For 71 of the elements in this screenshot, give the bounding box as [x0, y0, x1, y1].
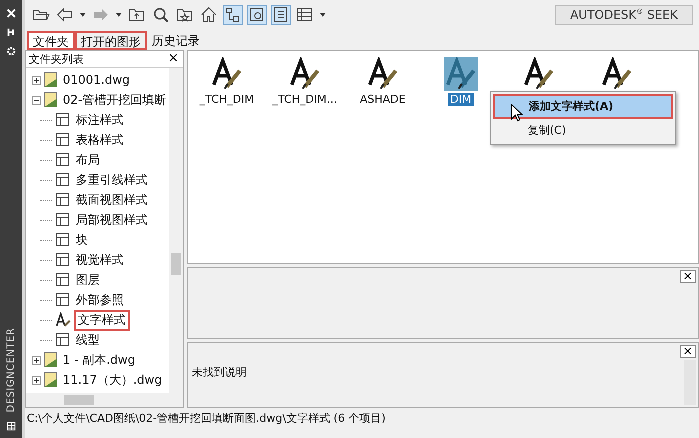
tree-item[interactable]: 块	[74, 232, 90, 248]
style-icon	[55, 172, 71, 188]
item-label[interactable]: _TCH_DIM	[198, 93, 256, 106]
item-label[interactable]: DIM	[448, 93, 474, 106]
tree-item[interactable]: 外部参照	[74, 292, 126, 308]
tree-item[interactable]: 1 - 副本.dwg	[61, 352, 138, 368]
tree-item[interactable]: 表格样式	[74, 132, 126, 148]
tab[interactable]: 文件夹	[27, 31, 75, 50]
tree-item[interactable]: 布局	[74, 152, 102, 168]
description-text: 未找到说明	[191, 365, 248, 381]
tree-item[interactable]: 标注样式	[74, 112, 126, 128]
text-style-icon[interactable]	[288, 57, 322, 91]
text-style-icon[interactable]	[600, 57, 634, 91]
tree-item[interactable]: 文字样式	[74, 310, 130, 330]
style-icon	[55, 272, 71, 288]
style-icon	[55, 112, 71, 128]
style-icon	[55, 152, 71, 168]
drawing-file-icon	[44, 72, 58, 88]
tree-item[interactable]: 02-管槽开挖回填断	[61, 92, 169, 108]
description-icon[interactable]	[271, 5, 291, 25]
close-button[interactable]: ×	[166, 52, 181, 66]
grid-icon[interactable]	[6, 421, 16, 432]
style-icon	[55, 192, 71, 208]
horizontal-scrollbar[interactable]	[26, 393, 183, 407]
caret-icon[interactable]	[79, 11, 87, 19]
home-icon[interactable]	[199, 5, 219, 25]
text-style-icon	[55, 312, 71, 328]
expand-icon[interactable]	[32, 356, 41, 364]
palette-title: DESIGNCENTER	[6, 328, 16, 413]
style-icon	[55, 212, 71, 228]
tree-item[interactable]: 截面视图样式	[74, 192, 150, 208]
vertical-scrollbar[interactable]	[169, 68, 183, 393]
style-icon	[55, 332, 71, 348]
preview-icon[interactable]	[247, 5, 267, 25]
menu-item[interactable]: 添加文字样式(A)	[493, 94, 673, 119]
close-button[interactable]: ×	[680, 270, 696, 283]
drawing-file-icon	[44, 372, 58, 388]
menu-item[interactable]: 复制(C)	[493, 119, 673, 142]
style-icon	[55, 292, 71, 308]
caret-icon[interactable]	[319, 11, 327, 19]
text-style-icon[interactable]	[210, 57, 244, 91]
collapse-icon[interactable]	[32, 96, 41, 104]
style-icon	[55, 252, 71, 268]
caret-icon[interactable]	[115, 11, 123, 19]
item-label[interactable]: ASHADE	[358, 93, 408, 106]
tree-item[interactable]: 01001.dwg	[61, 73, 132, 87]
brand-label[interactable]: AUTODESK$^{®}$ SEEK	[555, 5, 693, 25]
item-label[interactable]: _TCH_DIM...	[270, 93, 340, 106]
expand-icon[interactable]	[32, 76, 41, 84]
expand-icon[interactable]	[32, 376, 41, 384]
close-icon[interactable]	[6, 8, 16, 19]
settings-icon[interactable]	[6, 46, 16, 57]
tree-item[interactable]: 视觉样式	[74, 252, 126, 268]
close-button[interactable]: ×	[680, 345, 696, 358]
pane-title: 文件夹列表	[29, 52, 84, 66]
tree-item[interactable]: 11.17（大）.dwg	[61, 372, 164, 388]
tab[interactable]: 历史记录	[147, 31, 205, 50]
tree-view-icon[interactable]	[223, 5, 243, 25]
tree-item[interactable]: 多重引线样式	[74, 172, 150, 188]
tab[interactable]: 打开的图形	[75, 31, 147, 50]
tree-item[interactable]: 局部视图样式	[74, 212, 150, 228]
back-arrow-icon[interactable]	[55, 5, 75, 25]
style-icon	[55, 132, 71, 148]
drawing-file-icon	[44, 352, 58, 368]
cursor-icon	[511, 104, 523, 122]
tree-item[interactable]: 图层	[74, 272, 102, 288]
tree-item[interactable]: 线型	[74, 332, 102, 348]
text-style-icon[interactable]	[366, 57, 400, 91]
drawing-file-icon	[44, 92, 58, 108]
text-style-icon[interactable]	[522, 57, 556, 91]
style-icon	[55, 232, 71, 248]
